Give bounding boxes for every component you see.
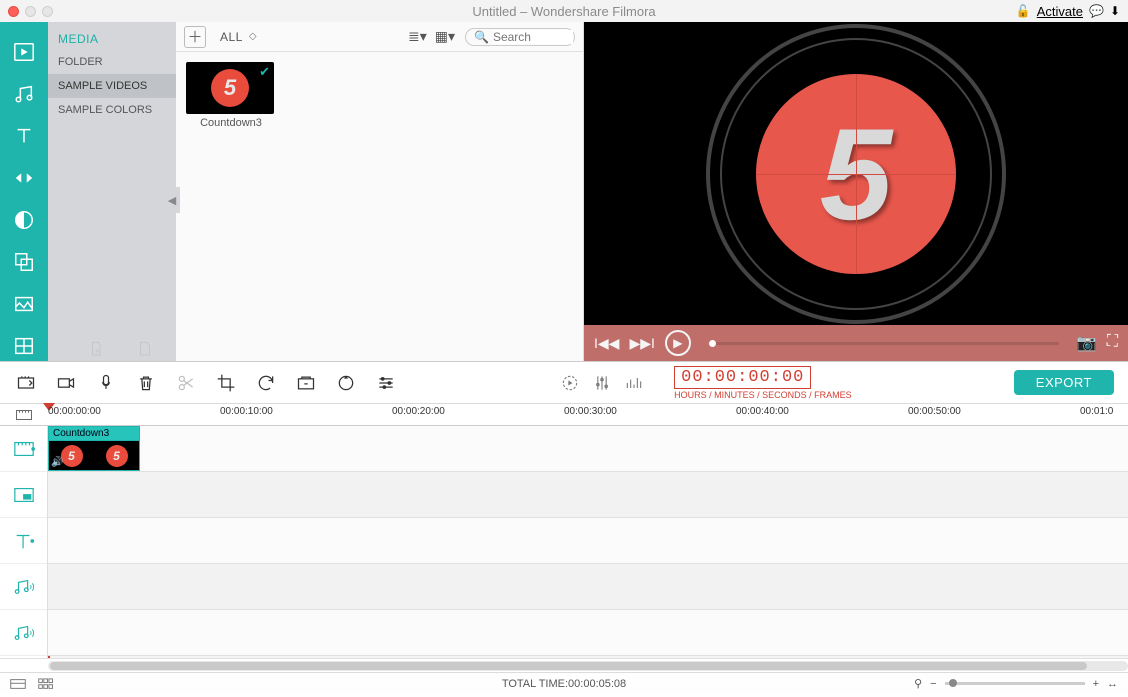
- media-categories: MEDIA FOLDER SAMPLE VIDEOS SAMPLE COLORS: [48, 22, 176, 361]
- levels-button[interactable]: [624, 373, 644, 393]
- ruler-tick: 00:00:30:00: [564, 406, 617, 417]
- search-icon: 🔍: [474, 30, 489, 44]
- track-row-video[interactable]: Countdown3 55 🔊: [48, 426, 1128, 472]
- snapshot-button[interactable]: 📷: [1077, 333, 1097, 353]
- ruler-tick: 00:00:10:00: [220, 406, 273, 417]
- tool-crop[interactable]: [214, 371, 238, 395]
- timecode-value: 00:00:00:00: [674, 366, 811, 389]
- chevron-down-icon: ◇: [249, 31, 257, 42]
- player-prev-button[interactable]: I◀◀: [594, 335, 619, 352]
- preview-countdown-number: 5: [820, 99, 892, 249]
- media-search[interactable]: 🔍: [465, 28, 575, 46]
- ruler-tick: 00:00:50:00: [908, 406, 961, 417]
- timeline-toolbar: 00:00:00:00 HOURS / MINUTES / SECONDS / …: [0, 362, 1128, 404]
- left-sidebar: [0, 22, 48, 361]
- zoom-slider[interactable]: [945, 682, 1085, 685]
- timeline-scrollbar[interactable]: [0, 658, 1128, 672]
- track-row-text[interactable]: [48, 518, 1128, 564]
- checkmark-icon: ✔: [259, 64, 270, 80]
- export-button[interactable]: EXPORT: [1014, 370, 1114, 395]
- sidebar-media[interactable]: [10, 38, 38, 66]
- tool-adjust[interactable]: [374, 371, 398, 395]
- media-tab-sample-videos[interactable]: SAMPLE VIDEOS: [48, 74, 176, 98]
- ruler-tick: 00:00:00:00: [48, 406, 101, 417]
- status-storyboard-icon[interactable]: [38, 677, 54, 691]
- ruler-tick: 00:01:0: [1080, 406, 1113, 417]
- media-search-input[interactable]: [493, 30, 573, 44]
- tool-record[interactable]: [54, 371, 78, 395]
- tool-speed[interactable]: [294, 371, 318, 395]
- status-manager-icon[interactable]: [10, 677, 26, 691]
- tool-delete[interactable]: [134, 371, 158, 395]
- grid-view-button[interactable]: ▦▾: [435, 28, 455, 45]
- magnet-icon[interactable]: ⚲: [914, 677, 922, 690]
- list-view-button[interactable]: ≣▾: [408, 28, 427, 45]
- import-button[interactable]: ＋: [184, 26, 206, 48]
- sidebar-filters[interactable]: [10, 206, 38, 234]
- tool-undo[interactable]: [14, 371, 38, 395]
- tool-voiceover[interactable]: [94, 371, 118, 395]
- track-head-audio2[interactable]: [0, 610, 47, 656]
- sidebar-elements[interactable]: [10, 290, 38, 318]
- clip-countdown3[interactable]: Countdown3 55 🔊: [48, 426, 140, 471]
- sidebar-splitscreen[interactable]: [10, 332, 38, 360]
- media-filter-dropdown[interactable]: ALL◇: [220, 30, 257, 44]
- mixer-button[interactable]: [592, 373, 612, 393]
- timecode-label: HOURS / MINUTES / SECONDS / FRAMES: [674, 390, 852, 400]
- media-area: ◀ ＋ ALL◇ ≣▾ ▦▾ 🔍 5 ✔ Countdown3: [176, 22, 584, 361]
- total-time-value: 00:00:05:08: [568, 678, 626, 690]
- tool-rotate[interactable]: [254, 371, 278, 395]
- track-head-pip[interactable]: [0, 472, 47, 518]
- render-button[interactable]: [560, 373, 580, 393]
- player-next-button[interactable]: ▶▶I: [629, 335, 654, 352]
- new-file-icon[interactable]: [136, 339, 154, 359]
- clip-audio-icon: 🔊: [51, 457, 63, 468]
- track-head-audio1[interactable]: [0, 564, 47, 610]
- titlebar: Untitled – Wondershare Filmora 🔓 Activat…: [0, 0, 1128, 22]
- media-footer-icons: [88, 339, 154, 359]
- track-row-audio1[interactable]: [48, 564, 1128, 610]
- track-row-audio2[interactable]: [48, 610, 1128, 656]
- track-head-text[interactable]: [0, 518, 47, 564]
- sidebar-music[interactable]: [10, 80, 38, 108]
- ruler-tick: 00:00:20:00: [392, 406, 445, 417]
- fullscreen-button[interactable]: ⛶: [1107, 333, 1118, 353]
- track-head-video[interactable]: [0, 426, 47, 472]
- fit-button[interactable]: ↔: [1107, 678, 1118, 690]
- zoom-out-button[interactable]: −: [930, 678, 936, 690]
- track-row-pip[interactable]: [48, 472, 1128, 518]
- preview-canvas: 5: [584, 22, 1128, 325]
- window-title: Untitled – Wondershare Filmora: [0, 4, 1128, 19]
- media-item-label: Countdown3: [186, 117, 276, 129]
- sidebar-transitions[interactable]: [10, 164, 38, 192]
- timeline-ruler[interactable]: 00:00:00:00 00:00:10:00 00:00:20:00 00:0…: [0, 404, 1128, 426]
- total-time-label: TOTAL TIME:: [502, 678, 568, 690]
- tool-split[interactable]: [174, 371, 198, 395]
- preview-panel: 5 I◀◀ ▶▶I ▶ 📷 ⛶: [584, 22, 1128, 361]
- media-item-countdown3[interactable]: 5 ✔ Countdown3: [186, 62, 276, 129]
- media-tab-folder[interactable]: FOLDER: [48, 50, 176, 74]
- media-tab-sample-colors[interactable]: SAMPLE COLORS: [48, 98, 176, 122]
- player-bar: I◀◀ ▶▶I ▶ 📷 ⛶: [584, 325, 1128, 361]
- ruler-tick: 00:00:40:00: [736, 406, 789, 417]
- new-folder-icon[interactable]: [88, 339, 106, 359]
- sidebar-text[interactable]: [10, 122, 38, 150]
- thumbnail-icon: 5: [211, 69, 249, 107]
- zoom-in-button[interactable]: +: [1093, 678, 1099, 690]
- player-progress[interactable]: [709, 342, 1059, 345]
- tool-color[interactable]: [334, 371, 358, 395]
- status-bar: TOTAL TIME:00:00:05:08 ⚲ − + ↔: [0, 672, 1128, 694]
- player-play-button[interactable]: ▶: [665, 330, 691, 356]
- sidebar-overlays[interactable]: [10, 248, 38, 276]
- clip-label: Countdown3: [49, 427, 139, 440]
- media-header: MEDIA: [48, 28, 176, 50]
- timeline-tracks: Countdown3 55 🔊: [0, 426, 1128, 658]
